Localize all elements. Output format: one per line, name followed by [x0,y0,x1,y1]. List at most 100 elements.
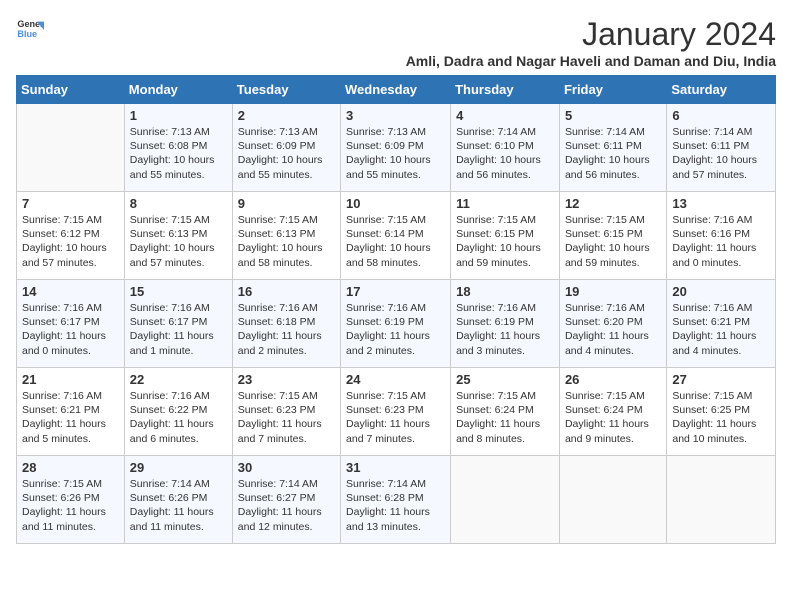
day-info: Sunrise: 7:16 AM Sunset: 6:17 PM Dayligh… [22,301,119,358]
day-info: Sunrise: 7:15 AM Sunset: 6:12 PM Dayligh… [22,213,119,270]
day-number: 30 [238,460,335,475]
day-number: 10 [346,196,445,211]
calendar-week-row: 1Sunrise: 7:13 AM Sunset: 6:08 PM Daylig… [17,104,776,192]
day-number: 27 [672,372,770,387]
day-number: 4 [456,108,554,123]
day-number: 17 [346,284,445,299]
weekday-header: Wednesday [341,76,451,104]
day-info: Sunrise: 7:14 AM Sunset: 6:28 PM Dayligh… [346,477,445,534]
svg-text:Blue: Blue [17,29,37,39]
day-number: 3 [346,108,445,123]
day-info: Sunrise: 7:16 AM Sunset: 6:19 PM Dayligh… [346,301,445,358]
day-number: 13 [672,196,770,211]
page-header: General Blue January 2024 Amli, Dadra an… [16,16,776,69]
day-info: Sunrise: 7:15 AM Sunset: 6:23 PM Dayligh… [238,389,335,446]
calendar-cell: 1Sunrise: 7:13 AM Sunset: 6:08 PM Daylig… [124,104,232,192]
day-info: Sunrise: 7:13 AM Sunset: 6:09 PM Dayligh… [238,125,335,182]
day-info: Sunrise: 7:15 AM Sunset: 6:24 PM Dayligh… [565,389,661,446]
weekday-header: Monday [124,76,232,104]
calendar-cell: 27 Sunrise: 7:15 AM Sunset: 6:25 PM Dayli… [667,368,776,456]
day-info: Sunrise: 7:16 AM Sunset: 6:21 PM Dayligh… [672,301,770,358]
calendar-cell: 15 Sunrise: 7:16 AM Sunset: 6:17 PM Dayli… [124,280,232,368]
calendar-cell: 6 Sunrise: 7:14 AM Sunset: 6:11 PM Daylig… [667,104,776,192]
day-number: 14 [22,284,119,299]
day-info: Sunrise: 7:15 AM Sunset: 6:15 PM Dayligh… [565,213,661,270]
calendar-cell [451,456,560,544]
day-number: 8 [130,196,227,211]
day-info: Sunrise: 7:14 AM Sunset: 6:11 PM Dayligh… [672,125,770,182]
calendar-cell: 20Sunrise: 7:16 AM Sunset: 6:21 PM Dayli… [667,280,776,368]
day-info: Sunrise: 7:16 AM Sunset: 6:22 PM Dayligh… [130,389,227,446]
calendar-week-row: 28Sunrise: 7:15 AM Sunset: 6:26 PM Dayli… [17,456,776,544]
day-info: Sunrise: 7:13 AM Sunset: 6:09 PM Dayligh… [346,125,445,182]
day-info: Sunrise: 7:16 AM Sunset: 6:18 PM Dayligh… [238,301,335,358]
day-info: Sunrise: 7:16 AM Sunset: 6:17 PM Dayligh… [130,301,227,358]
calendar-cell: 8 Sunrise: 7:15 AM Sunset: 6:13 PM Daylig… [124,192,232,280]
calendar-cell: 21 Sunrise: 7:16 AM Sunset: 6:21 PM Dayli… [17,368,125,456]
day-number: 31 [346,460,445,475]
month-title: January 2024 [406,16,776,53]
calendar-cell: 2 Sunrise: 7:13 AM Sunset: 6:09 PM Daylig… [232,104,340,192]
day-info: Sunrise: 7:14 AM Sunset: 6:11 PM Dayligh… [565,125,661,182]
day-number: 23 [238,372,335,387]
day-info: Sunrise: 7:15 AM Sunset: 6:26 PM Dayligh… [22,477,119,534]
day-info: Sunrise: 7:15 AM Sunset: 6:25 PM Dayligh… [672,389,770,446]
day-info: Sunrise: 7:14 AM Sunset: 6:10 PM Dayligh… [456,125,554,182]
day-number: 5 [565,108,661,123]
day-number: 15 [130,284,227,299]
calendar-cell: 25 Sunrise: 7:15 AM Sunset: 6:24 PM Dayli… [451,368,560,456]
day-number: 21 [22,372,119,387]
calendar-cell: 7 Sunrise: 7:15 AM Sunset: 6:12 PM Daylig… [17,192,125,280]
day-number: 29 [130,460,227,475]
day-info: Sunrise: 7:15 AM Sunset: 6:13 PM Dayligh… [130,213,227,270]
day-number: 7 [22,196,119,211]
weekday-header-row: SundayMondayTuesdayWednesdayThursdayFrid… [17,76,776,104]
calendar-week-row: 21 Sunrise: 7:16 AM Sunset: 6:21 PM Dayli… [17,368,776,456]
day-number: 18 [456,284,554,299]
day-number: 6 [672,108,770,123]
day-info: Sunrise: 7:14 AM Sunset: 6:26 PM Dayligh… [130,477,227,534]
day-number: 2 [238,108,335,123]
calendar-cell [667,456,776,544]
calendar-cell: 19 Sunrise: 7:16 AM Sunset: 6:20 PM Dayli… [559,280,666,368]
day-number: 16 [238,284,335,299]
day-info: Sunrise: 7:16 AM Sunset: 6:20 PM Dayligh… [565,301,661,358]
day-info: Sunrise: 7:16 AM Sunset: 6:21 PM Dayligh… [22,389,119,446]
calendar-cell [17,104,125,192]
day-info: Sunrise: 7:16 AM Sunset: 6:19 PM Dayligh… [456,301,554,358]
calendar-cell [559,456,666,544]
calendar-week-row: 14 Sunrise: 7:16 AM Sunset: 6:17 PM Dayli… [17,280,776,368]
calendar-cell: 24Sunrise: 7:15 AM Sunset: 6:23 PM Dayli… [341,368,451,456]
day-info: Sunrise: 7:15 AM Sunset: 6:14 PM Dayligh… [346,213,445,270]
calendar-cell: 13 Sunrise: 7:16 AM Sunset: 6:16 PM Dayli… [667,192,776,280]
calendar-cell: 5 Sunrise: 7:14 AM Sunset: 6:11 PM Daylig… [559,104,666,192]
day-number: 22 [130,372,227,387]
weekday-header: Saturday [667,76,776,104]
day-info: Sunrise: 7:14 AM Sunset: 6:27 PM Dayligh… [238,477,335,534]
day-number: 12 [565,196,661,211]
day-number: 9 [238,196,335,211]
calendar-cell: 4 Sunrise: 7:14 AM Sunset: 6:10 PM Daylig… [451,104,560,192]
location-subtitle: Amli, Dadra and Nagar Haveli and Daman a… [406,53,776,69]
weekday-header: Sunday [17,76,125,104]
calendar-cell: 22 Sunrise: 7:16 AM Sunset: 6:22 PM Dayli… [124,368,232,456]
calendar-cell: 31 Sunrise: 7:14 AM Sunset: 6:28 PM Dayli… [341,456,451,544]
day-number: 26 [565,372,661,387]
calendar-cell: 9Sunrise: 7:15 AM Sunset: 6:13 PM Daylig… [232,192,340,280]
calendar-cell: 26 Sunrise: 7:15 AM Sunset: 6:24 PM Dayli… [559,368,666,456]
calendar-cell: 28Sunrise: 7:15 AM Sunset: 6:26 PM Dayli… [17,456,125,544]
calendar-week-row: 7 Sunrise: 7:15 AM Sunset: 6:12 PM Daylig… [17,192,776,280]
day-info: Sunrise: 7:15 AM Sunset: 6:24 PM Dayligh… [456,389,554,446]
day-number: 24 [346,372,445,387]
calendar-cell: 30 Sunrise: 7:14 AM Sunset: 6:27 PM Dayli… [232,456,340,544]
day-info: Sunrise: 7:16 AM Sunset: 6:16 PM Dayligh… [672,213,770,270]
calendar-cell: 17 Sunrise: 7:16 AM Sunset: 6:19 PM Dayli… [341,280,451,368]
day-number: 19 [565,284,661,299]
weekday-header: Thursday [451,76,560,104]
day-number: 25 [456,372,554,387]
calendar-cell: 10 Sunrise: 7:15 AM Sunset: 6:14 PM Dayli… [341,192,451,280]
title-section: January 2024 Amli, Dadra and Nagar Havel… [406,16,776,69]
weekday-header: Friday [559,76,666,104]
logo: General Blue [16,16,44,44]
calendar-cell: 16 Sunrise: 7:16 AM Sunset: 6:18 PM Dayli… [232,280,340,368]
